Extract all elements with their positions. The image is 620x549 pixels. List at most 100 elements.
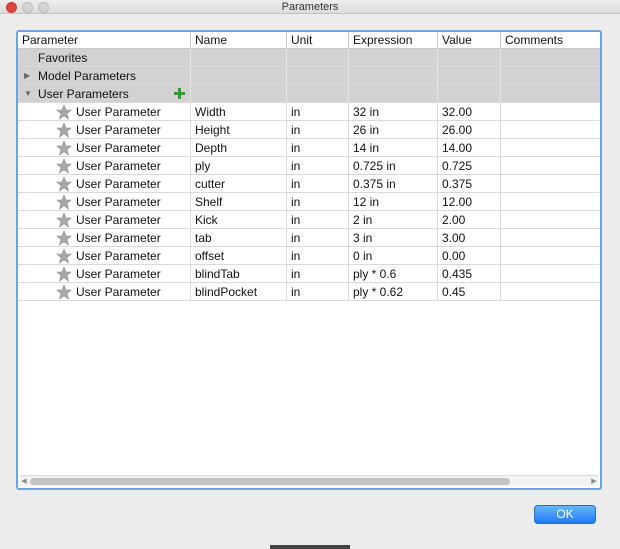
- cell-expression[interactable]: 0.725 in: [349, 157, 438, 175]
- cell-comments[interactable]: [501, 157, 600, 175]
- column-header-expression[interactable]: Expression: [349, 32, 438, 49]
- cell-value: 0.00: [438, 247, 501, 265]
- cell-name[interactable]: Depth: [191, 139, 287, 157]
- cell-unit: in: [287, 175, 349, 193]
- table-row[interactable]: User Parameter Width in 32 in 32.00: [18, 103, 600, 121]
- table-row[interactable]: User Parameter Height in 26 in 26.00: [18, 121, 600, 139]
- column-header-name[interactable]: Name: [191, 32, 287, 49]
- cell-unit: in: [287, 139, 349, 157]
- star-icon[interactable]: [56, 284, 72, 300]
- cell-expression[interactable]: 32 in: [349, 103, 438, 121]
- cell-name[interactable]: offset: [191, 247, 287, 265]
- cell-comments[interactable]: [501, 283, 600, 301]
- cell-comments[interactable]: [501, 229, 600, 247]
- cell-unit: in: [287, 103, 349, 121]
- star-icon[interactable]: [56, 140, 72, 156]
- window-title: Parameters: [281, 1, 339, 13]
- star-icon[interactable]: [56, 212, 72, 228]
- group-empty-cell: [438, 85, 501, 103]
- table-row[interactable]: User Parameter cutter in 0.375 in 0.375: [18, 175, 600, 193]
- scroll-left-icon[interactable]: ◀: [20, 476, 28, 487]
- group-label: Favorites: [18, 49, 191, 67]
- group-empty-cell: [191, 49, 287, 67]
- group-empty-cell: [438, 49, 501, 67]
- star-icon[interactable]: [56, 176, 72, 192]
- group-empty-cell: [438, 67, 501, 85]
- table-row[interactable]: User Parameter blindPocket in ply * 0.62 0.4…: [18, 283, 600, 301]
- cell-comments[interactable]: [501, 121, 600, 139]
- star-icon[interactable]: [56, 122, 72, 138]
- cell-expression[interactable]: 0.375 in: [349, 175, 438, 193]
- cell-comments[interactable]: [501, 193, 600, 211]
- column-header-comments[interactable]: Comments: [501, 32, 600, 49]
- cell-comments[interactable]: [501, 247, 600, 265]
- cell-name[interactable]: Kick: [191, 211, 287, 229]
- table-row[interactable]: User Parameter Depth in 14 in 14.00: [18, 139, 600, 157]
- maximize-icon[interactable]: [38, 2, 49, 13]
- group-label: User Parameters: [18, 85, 191, 103]
- parameters-table[interactable]: Parameter Name Unit Expression Value Com…: [16, 30, 602, 490]
- cell-unit: in: [287, 229, 349, 247]
- star-icon[interactable]: [56, 194, 72, 210]
- cell-expression[interactable]: 12 in: [349, 193, 438, 211]
- cell-parameter: User Parameter: [54, 193, 191, 211]
- cell-comments[interactable]: [501, 175, 600, 193]
- table-row[interactable]: User Parameter tab in 3 in 3.00: [18, 229, 600, 247]
- cell-unit: in: [287, 193, 349, 211]
- group-empty-cell: [287, 85, 349, 103]
- close-icon[interactable]: [6, 2, 17, 13]
- cell-name[interactable]: blindTab: [191, 265, 287, 283]
- column-header-value[interactable]: Value: [438, 32, 501, 49]
- column-header-unit[interactable]: Unit: [287, 32, 349, 49]
- cell-expression[interactable]: 0 in: [349, 247, 438, 265]
- table-row[interactable]: User Parameter offset in 0 in 0.00: [18, 247, 600, 265]
- table-row[interactable]: User Parameter Kick in 2 in 2.00: [18, 211, 600, 229]
- minimize-icon[interactable]: [22, 2, 33, 13]
- group-label: Model Parameters: [18, 67, 191, 85]
- star-icon[interactable]: [56, 104, 72, 120]
- cell-unit: in: [287, 157, 349, 175]
- cell-expression[interactable]: ply * 0.62: [349, 283, 438, 301]
- star-icon[interactable]: [56, 266, 72, 282]
- star-icon[interactable]: [56, 158, 72, 174]
- cell-name[interactable]: Shelf: [191, 193, 287, 211]
- cell-value: 0.375: [438, 175, 501, 193]
- cell-name[interactable]: tab: [191, 229, 287, 247]
- group-empty-cell: [287, 49, 349, 67]
- cell-name[interactable]: Height: [191, 121, 287, 139]
- cell-comments[interactable]: [501, 211, 600, 229]
- table-row[interactable]: User Parameter ply in 0.725 in 0.725: [18, 157, 600, 175]
- cell-name[interactable]: Width: [191, 103, 287, 121]
- plus-icon[interactable]: [174, 88, 185, 99]
- cell-comments[interactable]: [501, 265, 600, 283]
- table-row[interactable]: User Parameter blindTab in ply * 0.6 0.435: [18, 265, 600, 283]
- cell-value: 2.00: [438, 211, 501, 229]
- group-row-user-parameters[interactable]: ▼ User Parameters: [18, 85, 600, 103]
- group-empty-cell: [349, 67, 438, 85]
- cell-expression[interactable]: 2 in: [349, 211, 438, 229]
- cell-value: 0.725: [438, 157, 501, 175]
- cell-name[interactable]: ply: [191, 157, 287, 175]
- star-icon[interactable]: [56, 230, 72, 246]
- cell-name[interactable]: blindPocket: [191, 283, 287, 301]
- star-icon[interactable]: [56, 248, 72, 264]
- cell-name[interactable]: cutter: [191, 175, 287, 193]
- cell-expression[interactable]: 26 in: [349, 121, 438, 139]
- group-row-model-parameters[interactable]: ▶ Model Parameters: [18, 67, 600, 85]
- table-row[interactable]: User Parameter Shelf in 12 in 12.00: [18, 193, 600, 211]
- cell-expression[interactable]: ply * 0.6: [349, 265, 438, 283]
- cell-expression[interactable]: 3 in: [349, 229, 438, 247]
- column-header-parameter[interactable]: Parameter: [18, 32, 191, 49]
- group-row-favorites[interactable]: Favorites: [18, 49, 600, 67]
- group-empty-cell: [501, 49, 600, 67]
- cell-comments[interactable]: [501, 139, 600, 157]
- scroll-right-icon[interactable]: ▶: [590, 476, 598, 487]
- cell-expression[interactable]: 14 in: [349, 139, 438, 157]
- ok-button[interactable]: OK: [534, 505, 596, 524]
- group-empty-cell: [287, 67, 349, 85]
- group-empty-cell: [191, 67, 287, 85]
- horizontal-scrollbar[interactable]: ◀ ▶: [20, 475, 598, 486]
- group-empty-cell: [191, 85, 287, 103]
- cell-comments[interactable]: [501, 103, 600, 121]
- scroll-thumb[interactable]: [30, 478, 510, 485]
